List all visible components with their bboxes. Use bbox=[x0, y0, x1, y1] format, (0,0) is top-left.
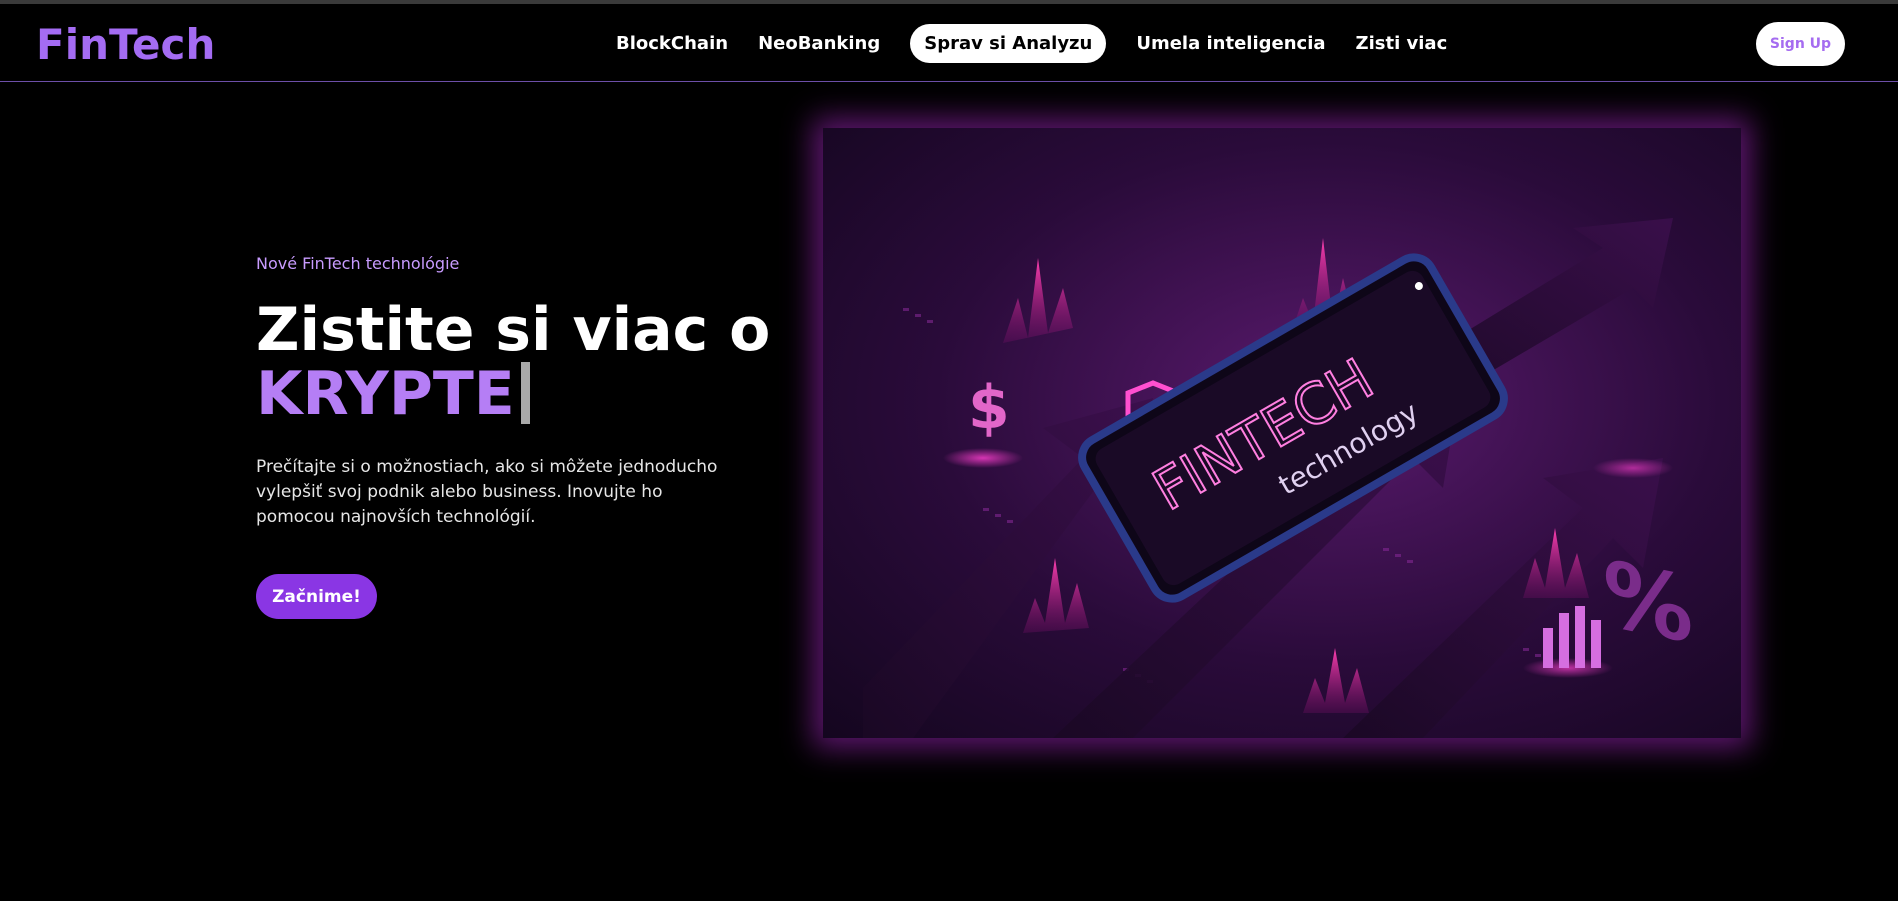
nav-item-ai[interactable]: Umela inteligencia bbox=[1136, 24, 1325, 63]
dollar-icon: $ bbox=[943, 373, 1023, 468]
typing-caret bbox=[520, 362, 530, 424]
nav-item-analyza[interactable]: Sprav si Analyzu bbox=[910, 24, 1107, 63]
nav-item-blockchain[interactable]: BlockChain bbox=[616, 24, 728, 63]
fintech-illustration: $ % FINTECH technology bbox=[823, 128, 1741, 738]
svg-text:%: % bbox=[1603, 542, 1693, 665]
hero-description: Prečítajte si o možnostiach, ako si môže… bbox=[256, 457, 718, 527]
sign-up-button[interactable]: Sign Up bbox=[1756, 22, 1845, 66]
nav-item-zisti-viac[interactable]: Zisti viac bbox=[1356, 24, 1448, 63]
hero-eyebrow: Nové FinTech technológie bbox=[256, 254, 460, 273]
brand-logo[interactable]: FinTech bbox=[36, 20, 215, 69]
hero-title-highlight: KRYPTE bbox=[256, 362, 530, 426]
main-nav: BlockChain NeoBanking Sprav si Analyzu U… bbox=[616, 24, 1477, 63]
hero-title-word: KRYPTE bbox=[256, 359, 515, 429]
site-header: FinTech BlockChain NeoBanking Sprav si A… bbox=[0, 4, 1898, 82]
hero-title: Zistite si viac o bbox=[256, 295, 771, 365]
fintech-illustration-art: $ % FINTECH technology bbox=[863, 218, 1693, 738]
start-button[interactable]: Začnime! bbox=[256, 574, 377, 619]
svg-text:$: $ bbox=[968, 373, 1010, 443]
nav-item-neobanking[interactable]: NeoBanking bbox=[758, 24, 880, 63]
